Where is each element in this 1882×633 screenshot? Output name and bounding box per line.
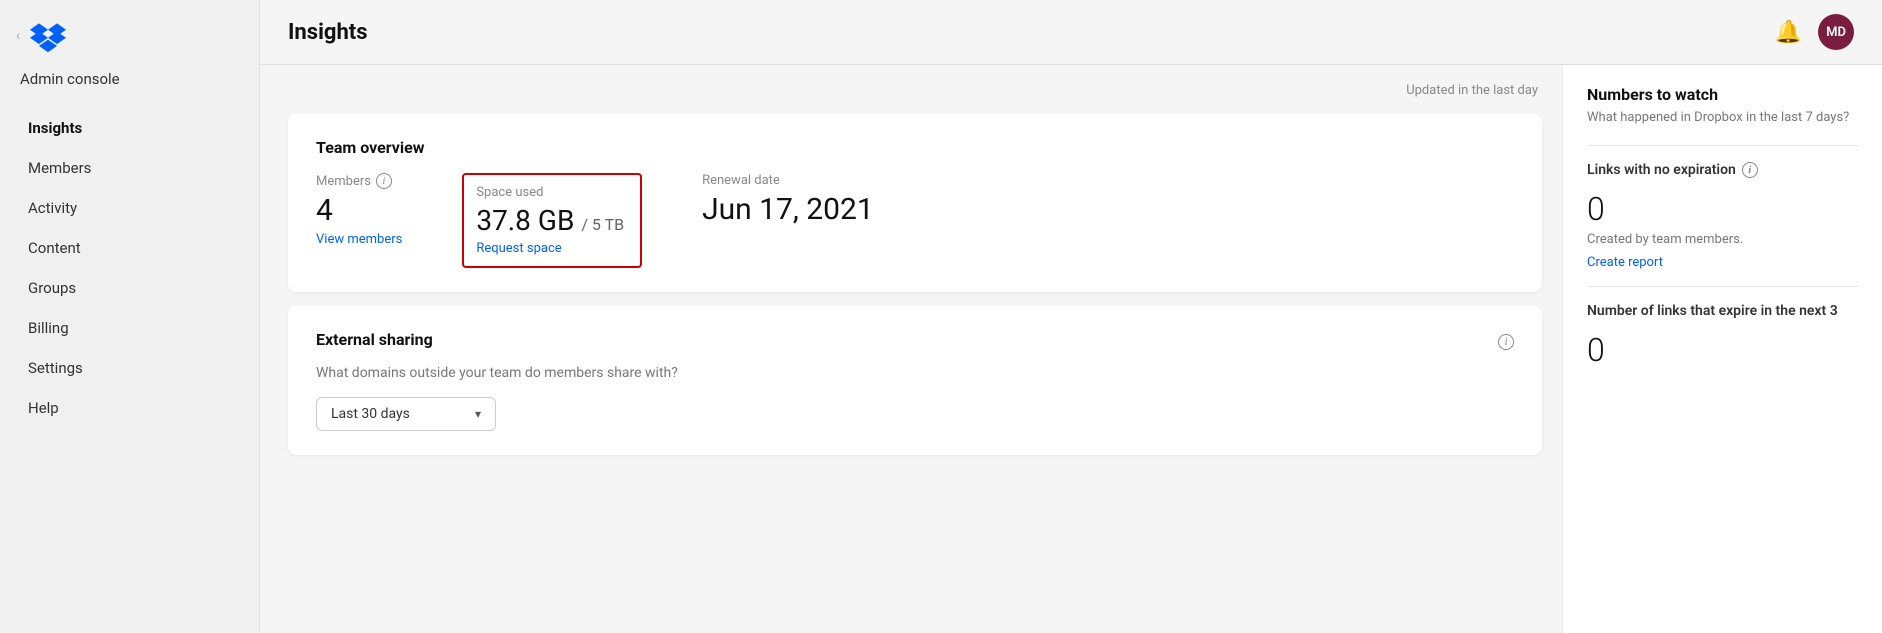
links-no-expiration-label: Links with no expiration i [1587, 162, 1858, 178]
sidebar-item-groups[interactable]: Groups [8, 268, 251, 308]
numbers-to-watch-subtitle: What happened in Dropbox in the last 7 d… [1587, 110, 1858, 125]
divider-2 [1587, 286, 1858, 287]
sidebar-item-content[interactable]: Content [8, 228, 251, 268]
team-overview-title: Team overview [316, 138, 1514, 157]
request-space-link[interactable]: Request space [476, 241, 624, 256]
sidebar: ‹ Admin console Insights Members Activit… [0, 0, 260, 633]
links-expiring-count: 0 [1587, 331, 1858, 369]
team-overview-grid: Members i 4 View members Space used 37.8… [316, 173, 1514, 268]
team-overview-card: Team overview Members i 4 View members S… [288, 114, 1542, 292]
space-used-box: Space used 37.8 GB / 5 TB Request space [462, 173, 642, 268]
external-sharing-header: External sharing What domains outside yo… [316, 330, 1514, 397]
notifications-icon[interactable]: 🔔 [1775, 20, 1802, 45]
external-sharing-info-icon[interactable]: i [1498, 334, 1514, 350]
external-sharing-card: External sharing What domains outside yo… [288, 306, 1542, 455]
links-info-icon[interactable]: i [1742, 162, 1758, 178]
links-expiring-label: Number of links that expire in the next … [1587, 303, 1858, 319]
dropbox-logo [30, 18, 66, 54]
external-sharing-title: External sharing [316, 330, 678, 349]
members-info-icon[interactable]: i [376, 173, 392, 189]
content-main: Updated in the last day Team overview Me… [260, 65, 1562, 633]
sidebar-item-settings[interactable]: Settings [8, 348, 251, 388]
sidebar-header: ‹ [0, 0, 259, 66]
sidebar-nav: Insights Members Activity Content Groups… [0, 104, 259, 432]
links-no-expiration-desc: Created by team members. [1587, 232, 1858, 247]
sidebar-item-activity[interactable]: Activity [8, 188, 251, 228]
topbar-right: 🔔 MD [1775, 14, 1854, 50]
renewal-date-value: Jun 17, 2021 [702, 192, 874, 227]
divider-1 [1587, 145, 1858, 146]
members-stat: Members i 4 View members [316, 173, 402, 247]
collapse-sidebar-icon[interactable]: ‹ [16, 28, 20, 44]
sidebar-item-billing[interactable]: Billing [8, 308, 251, 348]
space-used-label: Space used [476, 185, 624, 200]
sidebar-item-insights[interactable]: Insights [8, 108, 251, 148]
dropdown-value: Last 30 days [331, 406, 410, 422]
page-title: Insights [288, 20, 368, 45]
date-range-dropdown[interactable]: Last 30 days ▾ [316, 397, 496, 431]
renewal-date-label: Renewal date [702, 173, 874, 188]
members-value: 4 [316, 193, 402, 228]
topbar: Insights 🔔 MD [260, 0, 1882, 65]
create-report-link[interactable]: Create report [1587, 255, 1663, 270]
content-body: Updated in the last day Team overview Me… [260, 65, 1882, 633]
updated-label: Updated in the last day [288, 83, 1542, 98]
members-label: Members i [316, 173, 402, 189]
space-used-value: 37.8 GB / 5 TB [476, 204, 624, 237]
user-avatar[interactable]: MD [1818, 14, 1854, 50]
chevron-down-icon: ▾ [475, 407, 481, 421]
sidebar-item-members[interactable]: Members [8, 148, 251, 188]
main-area: Insights 🔔 MD Updated in the last day Te… [260, 0, 1882, 633]
external-sharing-subtitle: What domains outside your team do member… [316, 365, 678, 381]
links-no-expiration-count: 0 [1587, 190, 1858, 228]
external-sharing-text: External sharing What domains outside yo… [316, 330, 678, 397]
admin-console-label: Admin console [0, 66, 259, 104]
renewal-date-stat: Renewal date Jun 17, 2021 [702, 173, 874, 227]
numbers-to-watch-title: Numbers to watch [1587, 85, 1858, 104]
sidebar-item-help[interactable]: Help [8, 388, 251, 428]
right-panel: Numbers to watch What happened in Dropbo… [1562, 65, 1882, 633]
view-members-link[interactable]: View members [316, 232, 402, 247]
